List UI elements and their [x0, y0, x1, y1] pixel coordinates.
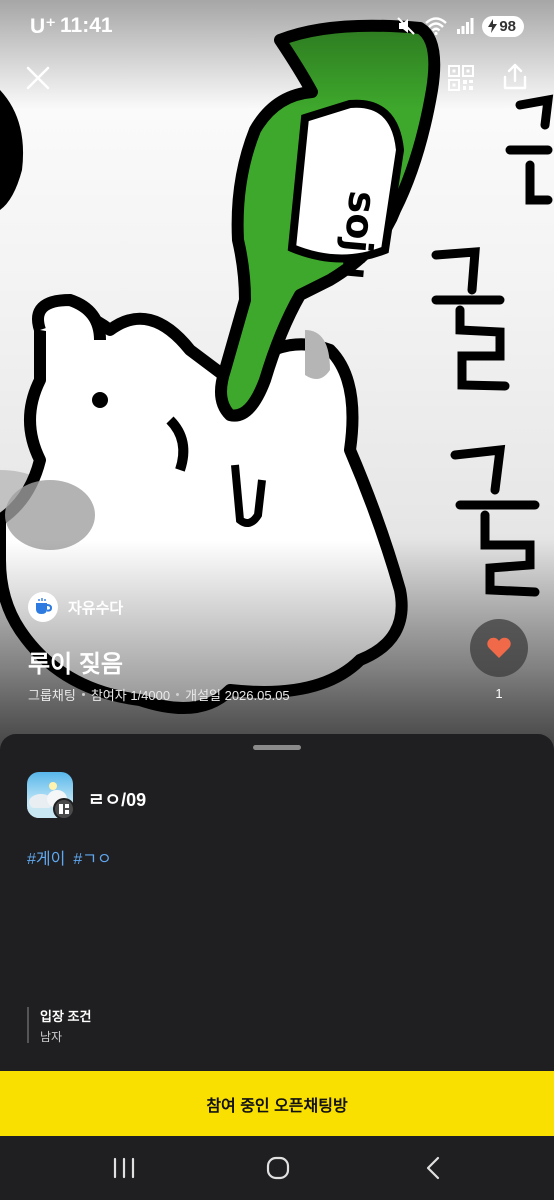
- recent-apps-button[interactable]: [111, 1156, 137, 1180]
- created-date: 개설일 2026.05.05: [185, 688, 290, 703]
- room-category: 자유수다: [28, 592, 123, 622]
- host-badge-icon: [53, 798, 75, 820]
- coffee-cup-icon: [28, 592, 58, 622]
- share-button[interactable]: [500, 62, 530, 92]
- battery-indicator: 98: [482, 15, 524, 37]
- tag[interactable]: #ㄱㅇ: [73, 845, 111, 869]
- back-button[interactable]: [423, 1156, 445, 1180]
- qr-code-button[interactable]: [447, 64, 475, 92]
- join-chat-button[interactable]: 참여 중인 오픈채팅방: [0, 1071, 554, 1136]
- status-icons: 98: [396, 14, 524, 38]
- heart-icon: [487, 637, 511, 658]
- sheet-drag-handle[interactable]: [253, 745, 301, 750]
- recent-apps-icon: [113, 1157, 135, 1179]
- participant-count: 참여자 1/4000: [90, 688, 171, 703]
- back-icon: [426, 1156, 440, 1180]
- entry-condition-title: 입장 조건: [40, 1009, 92, 1024]
- qr-code-icon: [448, 65, 474, 91]
- entry-condition-value: 남자: [40, 1030, 63, 1044]
- like-count: 1: [495, 686, 503, 701]
- tag[interactable]: #게이: [27, 845, 65, 869]
- battery-level: 98: [499, 17, 516, 35]
- host-name: ㄹㅇ/09: [88, 790, 147, 810]
- svg-text:soju: soju: [333, 189, 385, 281]
- home-button[interactable]: [266, 1156, 290, 1180]
- join-chat-label: 참여 중인 오픈채팅방: [206, 1097, 348, 1115]
- like-button[interactable]: [470, 619, 528, 677]
- carrier-label: U⁺: [30, 15, 57, 38]
- wifi-icon: [425, 17, 448, 36]
- system-nav-bar: [0, 1136, 554, 1200]
- meta-separator: [81, 693, 85, 696]
- condition-divider: [27, 1007, 29, 1043]
- room-tags: #게이 #ㄱㅇ: [27, 845, 112, 869]
- home-icon: [266, 1156, 290, 1180]
- share-icon: [503, 63, 527, 90]
- room-meta: 그룹채팅 참여자 1/4000 개설일 2026.05.05: [28, 685, 290, 704]
- status-time: 11:41: [60, 14, 113, 37]
- close-button[interactable]: [22, 62, 54, 94]
- meta-separator: [176, 693, 180, 696]
- status-bar: U⁺ 11:41 98: [0, 0, 554, 52]
- room-title: 루이 짖음: [28, 651, 123, 678]
- charging-icon: [488, 19, 498, 33]
- mute-icon: [397, 17, 416, 35]
- room-type: 그룹채팅: [28, 688, 76, 703]
- close-icon: [26, 66, 50, 90]
- category-label: 자유수다: [68, 599, 124, 617]
- signal-icon: [457, 18, 474, 34]
